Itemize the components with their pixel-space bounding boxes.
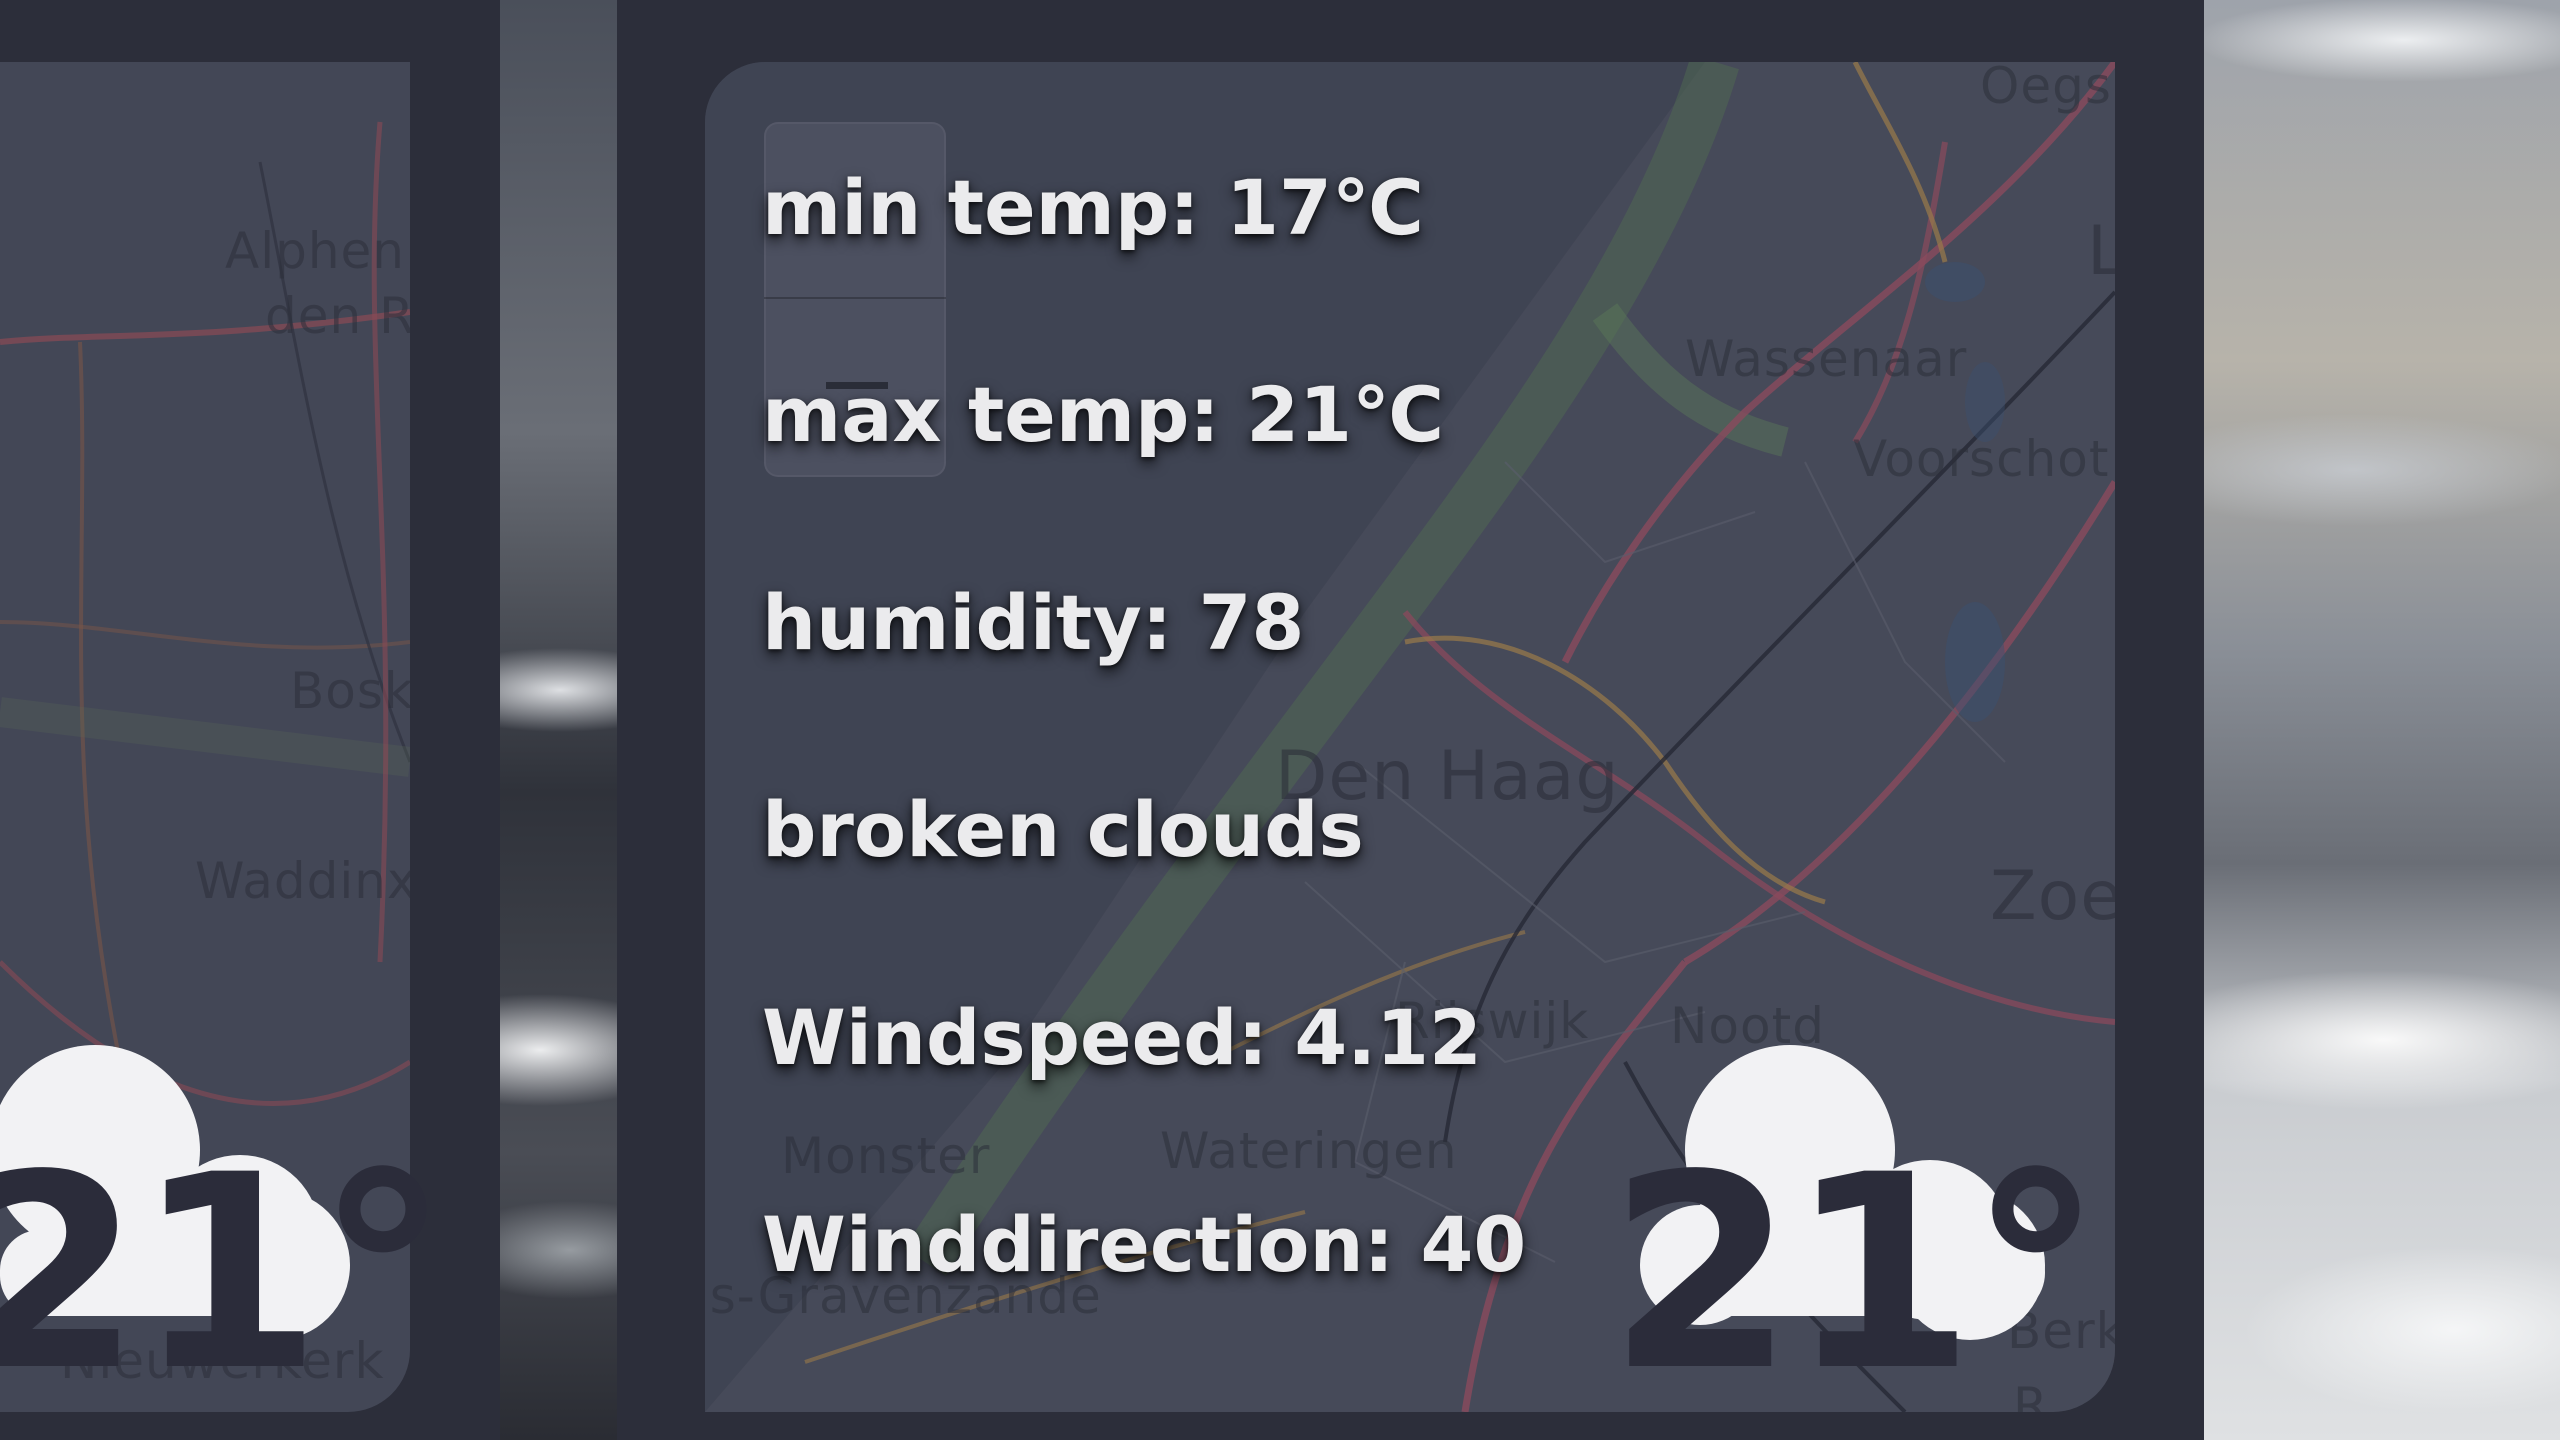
map-label: Voorschot [1853,430,2110,488]
map-label: den R [265,287,410,345]
temperature-display: 21° [1608,1118,2103,1430]
zoom-control-divider [764,297,946,299]
map-label: Wassenaar [1685,330,1968,388]
map-label: Waddinx [195,852,410,910]
humidity-text: humidity: 78 [762,578,1305,667]
map-label: Bosk [290,662,410,720]
weather-app-stage: Alphen den R Bosk Waddinx Nieuwerkerk 21… [0,0,2560,1440]
map-label: L [2087,212,2115,291]
map-label: Alphen [225,222,405,280]
temperature-display: 21° [0,1118,450,1430]
map-label: Zoe [1990,857,2115,936]
windspeed-text: Windspeed: 4.12 [762,993,1482,1082]
winddirection-text: Winddirection: 40 [762,1200,1527,1289]
weather-card-left[interactable]: Alphen den R Bosk Waddinx Nieuwerkerk 21… [0,0,500,1440]
weather-badge-main: 21° [1600,1000,2103,1440]
sky-background-right [2204,0,2560,1440]
map-label: Oegs [1980,62,2112,115]
weather-badge-left: 21° [0,1000,450,1440]
weather-description-text: broken clouds [762,785,1364,874]
max-temp-text: max temp: 21℃ [762,370,1445,459]
sky-background-middle [500,0,617,1440]
min-temp-text: min temp: 17℃ [762,163,1424,252]
map-label: Monster [781,1127,991,1185]
map-label: Wateringen [1160,1122,1458,1180]
